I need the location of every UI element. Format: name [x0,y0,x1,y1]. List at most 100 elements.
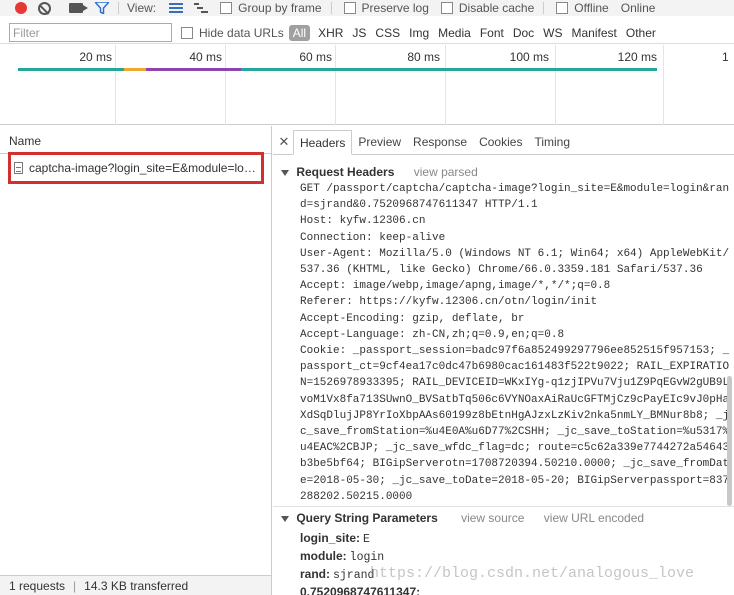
view-parsed-link[interactable]: view parsed [414,165,478,179]
view-label: View: [127,1,157,15]
param-key: 0.7520968747611347: [300,585,421,595]
type-filter-ws[interactable]: WS [543,26,562,40]
camera-icon[interactable] [69,3,88,13]
close-icon[interactable]: ✕ [275,130,293,154]
scrollbar-thumb[interactable] [727,376,732,506]
header-line: Host: kyfw.12306.cn [300,215,426,228]
preserve-log-checkbox[interactable] [343,2,356,14]
query-param-row: module: login [300,548,423,566]
tab-cookies[interactable]: Cookies [473,129,528,154]
grid-line [555,45,556,125]
grid-line [445,45,446,125]
time-tick: 40 ms [189,50,222,64]
request-headers-list: GET /passport/captcha/captcha-image?logi… [300,181,730,505]
tab-timing[interactable]: Timing [528,129,576,154]
tab-headers[interactable]: Headers [293,130,353,155]
header-line: User-Agent: Mozilla/5.0 (Windows NT 6.1;… [300,247,730,277]
type-filter-media[interactable]: Media [438,26,471,40]
time-tick: 100 ms [509,50,549,64]
group-by-frame-label: Group by frame [238,1,322,15]
overview-icon[interactable] [194,3,209,13]
disable-cache-label: Disable cache [458,1,535,15]
toolbar-divider [330,2,332,14]
network-toolbar: View: Group by frame Preserve log Disabl… [0,0,734,16]
request-details-pane: ✕ Headers Preview Response Cookies Timin… [273,126,734,595]
network-status-bar: 1 requests | 14.3 KB transferred [0,575,271,595]
param-key: login_site: [300,531,361,545]
tab-preview[interactable]: Preview [352,129,407,154]
large-rows-icon[interactable] [169,3,184,13]
type-filter-js[interactable]: JS [352,26,366,40]
query-params-list: login_site: E module: login rand: sjrand 0.… [300,530,423,595]
transferred-size: 14.3 KB transferred [84,578,189,593]
request-list-header: Name [0,126,271,154]
type-filter-img[interactable]: Img [409,26,429,40]
name-column-header[interactable]: Name [9,134,41,148]
expand-triangle-icon [281,515,289,522]
timeline-bar-teal [241,68,657,71]
type-filter-css[interactable]: CSS [375,26,400,40]
clear-icon[interactable] [38,1,51,15]
hide-data-urls-checkbox[interactable] [181,26,193,39]
grid-line [663,45,664,125]
offline-label: Offline [574,1,609,15]
time-tick: 120 ms [617,50,657,64]
request-headers-title: Request Headers [296,165,395,179]
param-value: sjrand [333,569,375,582]
header-line: Cookie: _passport_session=badc97f6a85249… [300,345,730,503]
header-line: Accept: image/webp,image/apng,image/*,*/… [300,280,611,293]
header-line: Referer: https://kyfw.12306.cn/otn/login… [300,296,598,309]
type-filter-manifest[interactable]: Manifest [572,26,617,40]
query-param-row: login_site: E [300,530,423,548]
tab-response[interactable]: Response [407,129,473,154]
filter-funnel-icon[interactable] [95,2,109,14]
request-list-pane: Name captcha-image?login_site=E&module=l… [0,126,272,595]
timeline-bar-orange [124,68,146,71]
timeline-bar-purple [146,68,241,71]
request-row-captcha[interactable]: captcha-image?login_site=E&module=login&… [8,152,264,184]
param-value: login [349,551,385,564]
param-value: E [363,533,370,546]
view-url-encoded-link[interactable]: view URL encoded [544,511,644,525]
grid-line [225,45,226,125]
time-tick: 60 ms [299,50,332,64]
type-filter-font[interactable]: Font [480,26,504,40]
record-icon[interactable] [15,2,27,14]
hide-data-urls-label: Hide data URLs [199,25,284,40]
header-line: Accept-Encoding: gzip, deflate, br [300,312,525,325]
query-param-row: 0.7520968747611347: [300,584,423,595]
preserve-log-label: Preserve log [361,1,429,15]
query-string-section[interactable]: Query String Parameters view source view… [281,511,644,525]
status-divider: | [73,578,77,593]
group-by-frame-checkbox[interactable] [220,2,233,14]
request-name: captcha-image?login_site=E&module=login&… [29,161,261,175]
grid-line [335,45,336,125]
filter-bar: Hide data URLs All XHR JS CSS Img Media … [0,22,734,44]
param-key: rand: [300,567,330,581]
time-tick: 20 ms [79,50,112,64]
expand-triangle-icon [281,169,289,176]
throttling-select[interactable]: Online [621,1,656,15]
details-tab-bar: ✕ Headers Preview Response Cookies Timin… [273,126,734,155]
filter-input[interactable] [9,23,172,42]
section-divider [273,506,734,507]
view-source-link[interactable]: view source [461,511,524,525]
type-filter-all[interactable]: All [288,24,311,41]
type-filter-xhr[interactable]: XHR [318,26,343,40]
time-tick: 80 ms [407,50,440,64]
request-headers-section[interactable]: Request Headers view parsed [281,165,478,179]
type-filter-doc[interactable]: Doc [513,26,534,40]
time-tick: 1 [722,50,729,64]
disable-cache-checkbox[interactable] [440,2,453,14]
watermark-text: https://blog.csdn.net/analogous_love [370,565,695,582]
grid-line [115,45,116,125]
timeline-bar-teal [18,68,124,71]
document-icon [14,162,23,174]
type-filter-other[interactable]: Other [626,26,656,40]
offline-checkbox[interactable] [556,2,569,14]
header-line: GET /passport/captcha/captcha-image?logi… [300,183,730,212]
request-count: 1 requests [9,578,66,593]
query-string-title: Query String Parameters [296,511,438,525]
overview-timeline[interactable]: 20 ms 40 ms 60 ms 80 ms 100 ms 120 ms 1 [0,45,734,125]
header-line: Accept-Language: zh-CN,zh;q=0.9,en;q=0.8 [300,328,565,341]
